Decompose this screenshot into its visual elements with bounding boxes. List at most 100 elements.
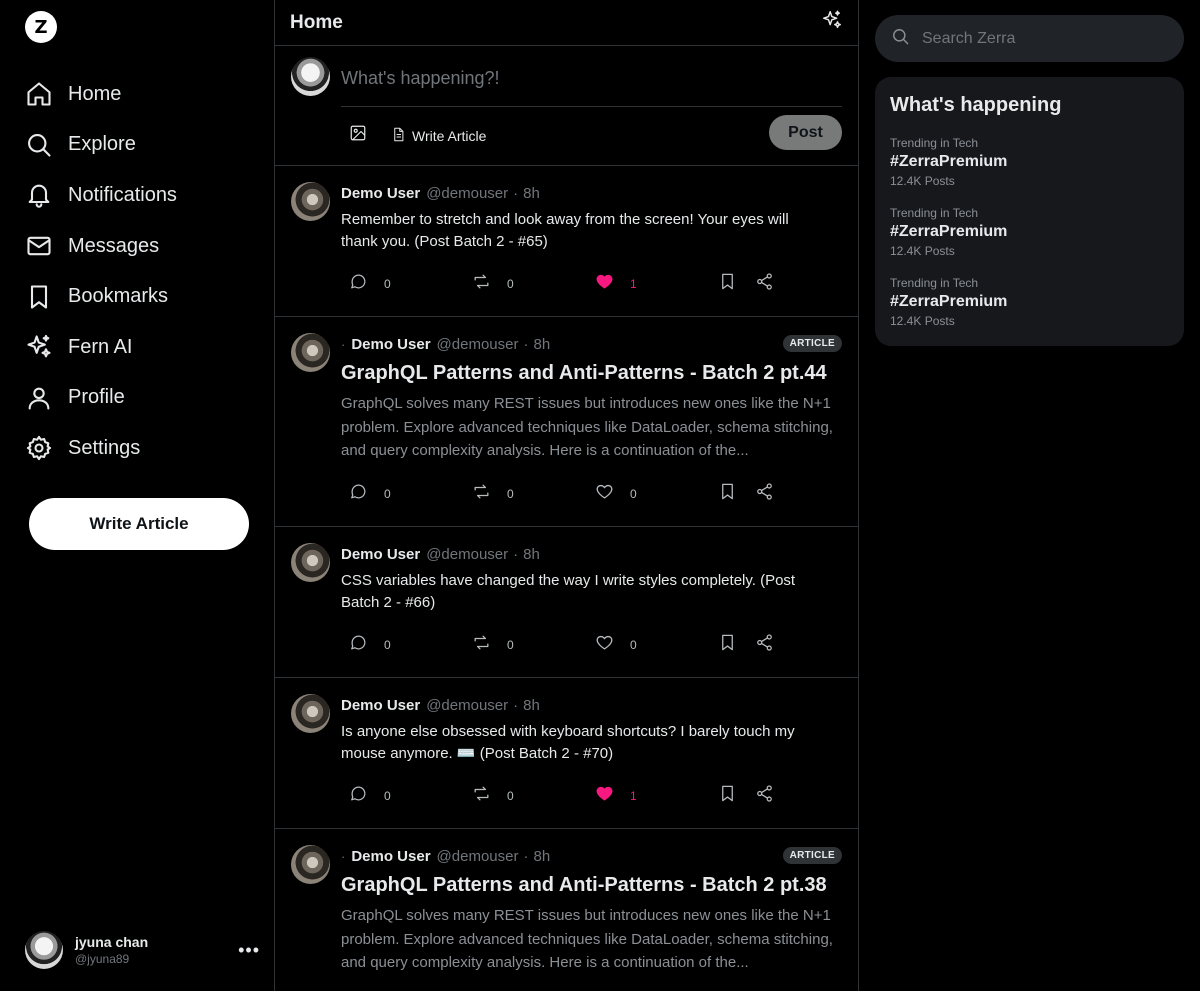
sidebar-item-profile[interactable]: Profile (24, 373, 177, 424)
author-handle[interactable]: @demouser (426, 546, 508, 563)
like-count: 0 (630, 487, 637, 501)
article-post[interactable]: · Demo User @demouser · 8h ARTICLE Graph… (275, 829, 858, 991)
avatar[interactable] (291, 845, 330, 884)
sidebar-item-home[interactable]: Home (24, 69, 177, 120)
write-article-tool[interactable]: Write Article (391, 127, 486, 145)
article-title[interactable]: GraphQL Patterns and Anti-Patterns - Bat… (341, 362, 846, 385)
more-icon[interactable]: ••• (238, 940, 260, 961)
search-input[interactable]: Search Zerra (875, 15, 1184, 62)
reply-button[interactable]: 0 (349, 784, 472, 808)
trend-count: 12.4K Posts (890, 314, 955, 328)
repost-button[interactable]: 0 (472, 784, 595, 808)
like-button[interactable]: 0 (595, 633, 718, 657)
bookmark-button[interactable] (718, 633, 755, 657)
reply-button[interactable]: 0 (349, 633, 472, 657)
account-switcher[interactable]: jyuna chan @jyuna89 ••• (25, 930, 260, 970)
reply-count: 0 (384, 277, 391, 291)
trend-item[interactable]: Trending in Tech #ZerraPremium 12.4K Pos… (890, 276, 1170, 328)
comment-icon (349, 784, 368, 808)
share-button[interactable] (755, 482, 774, 506)
composer-divider (341, 106, 842, 107)
write-article-button[interactable]: Write Article (29, 498, 249, 550)
bookmark-button[interactable] (718, 784, 755, 808)
like-button[interactable]: 0 (595, 482, 718, 506)
mail-icon (24, 231, 54, 261)
avatar (25, 931, 63, 969)
home-icon (24, 79, 54, 109)
trends-panel: What's happening Trending in Tech #Zerra… (875, 77, 1184, 346)
author-handle[interactable]: @demouser (426, 697, 508, 714)
repost-count: 0 (507, 487, 514, 501)
post-header: · Demo User @demouser · 8h (341, 336, 550, 353)
sidebar-item-bookmarks[interactable]: Bookmarks (24, 271, 177, 322)
post[interactable]: Demo User @demouser · 8h Is anyone else … (275, 678, 858, 829)
sidebar-item-fern-ai[interactable]: Fern AI (24, 322, 177, 373)
sidebar-item-messages[interactable]: Messages (24, 221, 177, 272)
author-handle[interactable]: @demouser (426, 185, 508, 202)
document-icon (391, 127, 406, 145)
author-name[interactable]: Demo User (341, 697, 420, 714)
avatar[interactable] (291, 333, 330, 372)
account-names: jyuna chan @jyuna89 (75, 934, 148, 966)
post[interactable]: Demo User @demouser · 8h Remember to str… (275, 166, 858, 317)
article-badge: ARTICLE (782, 847, 842, 864)
avatar[interactable] (291, 543, 330, 582)
post-time: 8h (533, 336, 551, 353)
post-actions: 0 0 0 (349, 633, 779, 657)
search-icon (24, 130, 54, 160)
post-time: 8h (533, 848, 551, 865)
repost-button[interactable]: 0 (472, 633, 595, 657)
post-button[interactable]: Post (769, 115, 842, 150)
comment-icon (349, 482, 368, 506)
share-button[interactable] (755, 633, 774, 657)
article-badge: ARTICLE (782, 335, 842, 352)
post-text: CSS variables have changed the way I wri… (341, 572, 796, 611)
sidebar-item-settings[interactable]: Settings (24, 423, 177, 474)
post-text: Is anyone else obsessed with keyboard sh… (341, 723, 795, 762)
bookmark-icon (718, 633, 737, 657)
bookmark-icon (718, 272, 737, 296)
sidebar-item-explore[interactable]: Explore (24, 120, 177, 171)
bookmark-button[interactable] (718, 482, 755, 506)
avatar[interactable] (291, 694, 330, 733)
logo[interactable]: Z (25, 11, 57, 43)
bookmark-button[interactable] (718, 272, 755, 296)
repost-count: 0 (507, 638, 514, 652)
sidebar-item-label: Bookmarks (68, 285, 169, 308)
author-name[interactable]: Demo User (341, 185, 420, 202)
author-name[interactable]: Demo User (341, 546, 420, 563)
post-actions: 0 0 1 (349, 784, 779, 808)
compose-input[interactable]: What's happening?! (341, 68, 500, 89)
feed: Demo User @demouser · 8h Remember to str… (275, 166, 858, 991)
author-prefix: · (341, 337, 346, 352)
trend-count: 12.4K Posts (890, 244, 955, 258)
article-title[interactable]: GraphQL Patterns and Anti-Patterns - Bat… (341, 874, 846, 897)
author-handle[interactable]: @demouser (437, 848, 519, 865)
trend-item[interactable]: Trending in Tech #ZerraPremium 12.4K Pos… (890, 206, 1170, 258)
author-name[interactable]: Demo User (351, 336, 430, 353)
separator: · (513, 185, 519, 202)
avatar[interactable] (291, 182, 330, 221)
reply-button[interactable]: 0 (349, 482, 472, 506)
reply-button[interactable]: 0 (349, 272, 472, 296)
article-post[interactable]: · Demo User @demouser · 8h ARTICLE Graph… (275, 317, 858, 527)
sidebar-item-notifications[interactable]: Notifications (24, 170, 177, 221)
sparkles-icon[interactable] (821, 9, 843, 36)
post-text: Remember to stretch and look away from t… (341, 211, 789, 250)
repost-count: 0 (507, 277, 514, 291)
article-excerpt: GraphQL solves many REST issues but intr… (341, 395, 833, 459)
repost-button[interactable]: 0 (472, 482, 595, 506)
share-button[interactable] (755, 784, 774, 808)
share-button[interactable] (755, 272, 774, 296)
like-button[interactable]: 1 (595, 784, 718, 808)
repost-count: 0 (507, 789, 514, 803)
like-button[interactable]: 1 (595, 272, 718, 296)
author-handle[interactable]: @demouser (437, 336, 519, 353)
trend-item[interactable]: Trending in Tech #ZerraPremium 12.4K Pos… (890, 136, 1170, 188)
post[interactable]: Demo User @demouser · 8h CSS variables h… (275, 527, 858, 678)
repost-button[interactable]: 0 (472, 272, 595, 296)
image-icon[interactable] (349, 124, 367, 147)
search-placeholder: Search Zerra (922, 29, 1016, 47)
author-name[interactable]: Demo User (351, 848, 430, 865)
post-time: 8h (523, 697, 540, 714)
